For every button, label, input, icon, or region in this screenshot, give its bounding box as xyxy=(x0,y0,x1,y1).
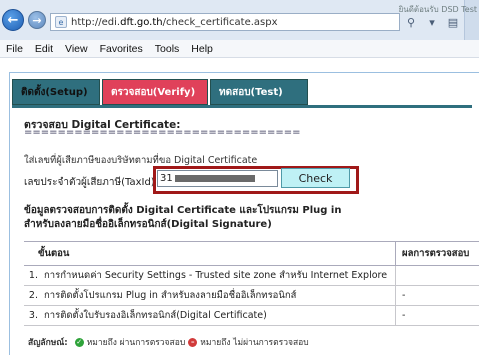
legend-pass-text: หมายถึง ผ่านการตรวจสอบ xyxy=(86,338,186,348)
section-rule: ================================= xyxy=(24,127,301,138)
status-table: ขั้นตอน ผลการตรวจสอบ 1. การกำหนดค่า Secu… xyxy=(24,241,479,326)
minus-circle-icon: – xyxy=(188,337,198,347)
menu-help[interactable]: Help xyxy=(185,43,219,55)
table-row: 3. การติดตั้งใบรับรองอิเล็กทรอนิกส์(Digi… xyxy=(24,305,479,326)
row-result: - xyxy=(395,305,479,326)
tab-setup[interactable]: ติดตั้ง(Setup) xyxy=(12,79,100,105)
row-result xyxy=(395,265,479,286)
legend: สัญลักษณ์: ✓ หมายถึง ผ่านการตรวจสอบ – หม… xyxy=(28,335,309,349)
taxid-label: เลขประจำตัวผู้เสียภาษี(TaxId) xyxy=(24,177,155,188)
row-step: การติดตั้งโปรแกรม Plug in สำหรับลงลายมือ… xyxy=(40,285,396,306)
browser-tab[interactable]: ยินดีต้อนรับ DSD Test xyxy=(399,0,479,40)
url-path: /check_certificate.aspx xyxy=(162,16,278,28)
column-header-step: ขั้นตอน xyxy=(24,241,396,266)
url-domain: dft.go.th xyxy=(120,16,163,28)
info-title: ข้อมูลตรวจสอบการติดตั้ง Digital Certific… xyxy=(24,205,342,230)
taxid-value: 31 xyxy=(160,173,173,184)
table-row: 2. การติดตั้งโปรแกรม Plug in สำหรับลงลาย… xyxy=(24,285,479,306)
address-bar-area: ← → e http://edi.dft.go.th/check_certifi… xyxy=(0,0,479,40)
url-text: http://edi.dft.go.th/check_certificate.a… xyxy=(71,17,278,28)
menu-tools[interactable]: Tools xyxy=(149,43,186,55)
tab-test[interactable]: ทดสอบ(Test) xyxy=(210,79,308,105)
page-content: ติดตั้ง(Setup) ตรวจสอบ(Verify) ทดสอบ(Tes… xyxy=(0,58,479,355)
page-tabs: ติดตั้ง(Setup) ตรวจสอบ(Verify) ทดสอบ(Tes… xyxy=(12,79,308,105)
legend-fail-text: หมายถึง ไม่ผ่านการตรวจสอบ xyxy=(200,338,309,348)
menu-file[interactable]: File xyxy=(0,43,29,55)
row-number: 3. xyxy=(24,305,40,326)
back-button[interactable]: ← xyxy=(2,9,24,31)
redacted-digits xyxy=(174,175,255,182)
table-row: 1. การกำหนดค่า Security Settings - Trust… xyxy=(24,265,479,286)
arrow-left-icon: ← xyxy=(7,12,19,28)
row-step: การติดตั้งใบรับรองอิเล็กทรอนิกส์(Digital… xyxy=(40,305,396,326)
browser-tab-title: ยินดีต้อนรับ DSD Test xyxy=(398,5,477,14)
row-number: 1. xyxy=(24,265,40,286)
legend-label: สัญลักษณ์: xyxy=(28,338,68,348)
arrow-right-icon: → xyxy=(32,13,42,27)
taxid-input[interactable]: 31 xyxy=(157,170,278,187)
page-favicon-icon: e xyxy=(55,16,67,28)
tab-underline xyxy=(12,105,472,108)
row-number: 2. xyxy=(24,285,40,306)
menu-bar: File Edit View Favorites Tools Help xyxy=(0,40,479,58)
row-result: - xyxy=(395,285,479,306)
menu-favorites[interactable]: Favorites xyxy=(94,43,149,55)
menu-edit[interactable]: Edit xyxy=(29,43,59,55)
menu-view[interactable]: View xyxy=(59,43,94,55)
check-circle-icon: ✓ xyxy=(74,337,84,347)
check-button[interactable]: Check xyxy=(281,168,350,188)
browser-window: ← → e http://edi.dft.go.th/check_certifi… xyxy=(0,0,479,355)
url-field[interactable]: e http://edi.dft.go.th/check_certificate… xyxy=(50,13,400,31)
forward-button[interactable]: → xyxy=(28,11,46,29)
column-header-result: ผลการตรวจสอบ xyxy=(395,241,479,266)
tab-verify[interactable]: ตรวจสอบ(Verify) xyxy=(102,79,208,105)
url-prefix: http://edi. xyxy=(71,16,121,28)
row-step: การกำหนดค่า Security Settings - Trusted … xyxy=(40,265,396,286)
table-header-row: ขั้นตอน ผลการตรวจสอบ xyxy=(24,241,479,266)
